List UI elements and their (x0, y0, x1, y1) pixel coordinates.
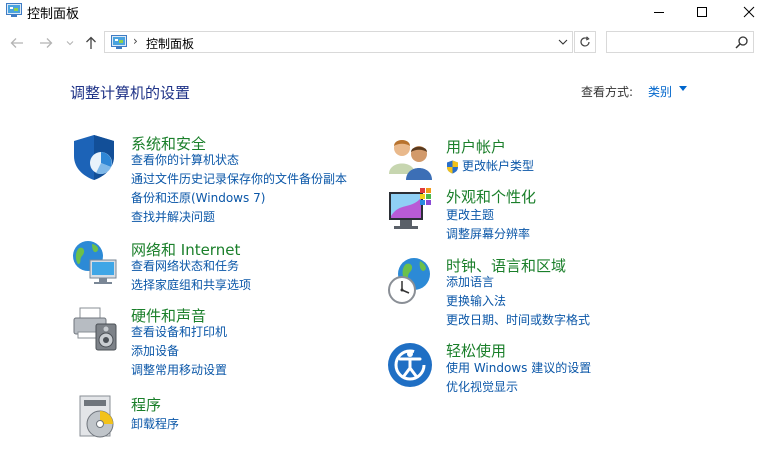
link-devices-printers[interactable]: 查看设备和打印机 (131, 323, 227, 342)
address-bar[interactable]: › 控制面板 (104, 31, 573, 53)
forward-button[interactable] (37, 34, 55, 52)
link-add-language[interactable]: 添加语言 (446, 273, 494, 292)
chevron-down-icon[interactable] (679, 86, 687, 92)
printer-speaker-icon[interactable] (70, 304, 120, 354)
arrow-left-icon (10, 38, 23, 48)
shield-icon[interactable] (70, 132, 120, 182)
breadcrumb-item[interactable]: 控制面板 (146, 35, 194, 52)
refresh-button[interactable] (574, 31, 596, 53)
close-button[interactable] (726, 0, 760, 24)
category-title-programs[interactable]: 程序 (131, 394, 161, 415)
category-title-ease-of-access[interactable]: 轻松使用 (446, 340, 506, 361)
window-title: 控制面板 (27, 7, 80, 22)
link-change-input-method[interactable]: 更换输入法 (446, 292, 506, 311)
chevron-down-icon (66, 41, 74, 46)
minimize-button[interactable] (636, 0, 682, 24)
link-date-time-format[interactable]: 更改日期、时间或数字格式 (446, 311, 590, 330)
link-network-status[interactable]: 查看网络状态和任务 (131, 257, 239, 276)
ease-of-access-icon[interactable] (386, 340, 436, 390)
chevron-down-icon (558, 39, 568, 45)
breadcrumb-separator[interactable]: › (133, 34, 138, 48)
control-panel-icon (111, 35, 127, 49)
link-change-account-type-row[interactable]: 更改帐户类型 (446, 157, 534, 176)
link-optimize-visual-display[interactable]: 优化视觉显示 (446, 378, 518, 397)
link-uninstall-program[interactable]: 卸载程序 (131, 415, 179, 434)
link-screen-resolution[interactable]: 调整屏幕分辨率 (446, 225, 530, 244)
network-globe-icon[interactable] (70, 238, 120, 288)
link-backup-restore[interactable]: 备份和还原(Windows 7) (131, 189, 265, 208)
refresh-icon (580, 36, 590, 47)
arrow-up-icon (86, 36, 96, 49)
minimize-icon (654, 12, 664, 13)
link-homegroup-sharing[interactable]: 选择家庭组和共享选项 (131, 276, 251, 295)
uac-shield-icon (447, 160, 458, 173)
close-icon (743, 6, 755, 18)
back-button[interactable] (8, 34, 26, 52)
link-change-theme[interactable]: 更改主题 (446, 206, 494, 225)
link-change-account-type[interactable]: 更改帐户类型 (462, 157, 534, 176)
arrow-right-icon (40, 38, 53, 48)
link-file-history-backup[interactable]: 通过文件历史记录保存你的文件备份副本 (131, 170, 347, 189)
view-by-dropdown[interactable]: 类别 (648, 83, 672, 100)
control-panel-icon (6, 3, 22, 17)
programs-disc-icon[interactable] (74, 392, 124, 442)
view-by-label: 查看方式: (581, 85, 634, 99)
link-windows-recommended-settings[interactable]: 使用 Windows 建议的设置 (446, 359, 591, 378)
link-mobility-settings[interactable]: 调整常用移动设置 (131, 361, 227, 380)
link-add-device[interactable]: 添加设备 (131, 342, 179, 361)
link-troubleshoot[interactable]: 查找并解决问题 (131, 208, 215, 227)
link-view-computer-status[interactable]: 查看你的计算机状态 (131, 151, 239, 170)
page-title: 调整计算机的设置 (70, 84, 191, 102)
clock-globe-icon[interactable] (386, 256, 436, 306)
search-box[interactable] (606, 31, 754, 53)
search-icon[interactable] (735, 35, 749, 49)
search-input[interactable] (611, 34, 729, 50)
maximize-button[interactable] (679, 0, 725, 24)
recent-locations-button[interactable] (64, 34, 76, 52)
category-title-appearance[interactable]: 外观和个性化 (446, 186, 536, 207)
maximize-icon (697, 7, 707, 17)
category-title-user-accounts[interactable]: 用户帐户 (446, 136, 506, 157)
up-button[interactable] (82, 34, 100, 52)
user-accounts-icon[interactable] (386, 134, 436, 184)
address-history-button[interactable] (555, 34, 571, 50)
appearance-monitor-icon[interactable] (386, 186, 436, 236)
